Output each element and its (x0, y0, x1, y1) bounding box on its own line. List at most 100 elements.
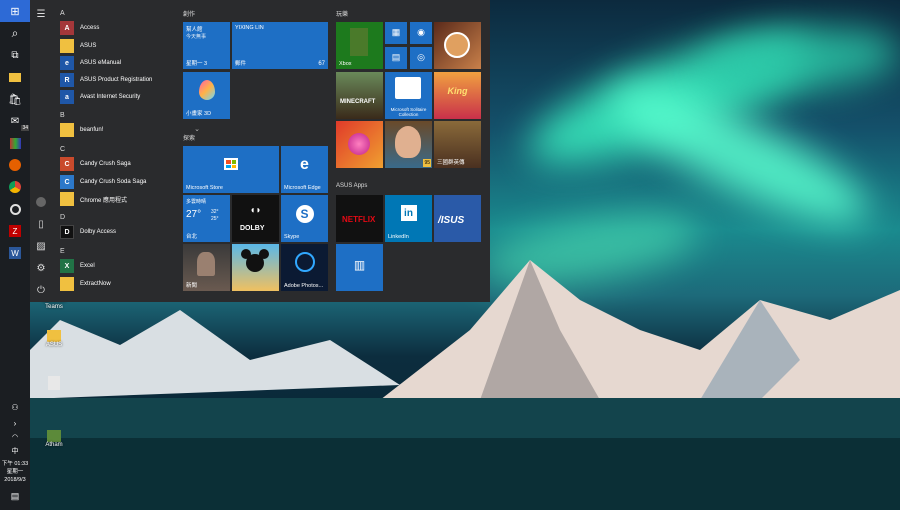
app-asus-registration[interactable]: R ASUS Product Registration (60, 72, 200, 88)
app-dolby-access[interactable]: D Dolby Access (60, 224, 200, 240)
app-list-letter-c[interactable]: C (60, 146, 65, 153)
desktop-icon-atham[interactable]: Atham (34, 430, 74, 448)
people-button[interactable]: ⚇ (0, 400, 30, 414)
candy-crush-tile[interactable] (336, 121, 383, 168)
linkedin-icon: in (385, 205, 432, 221)
news-tile[interactable]: 新聞 (183, 244, 230, 291)
linkedin-label: LinkedIn (388, 234, 409, 240)
paint3d-icon (183, 80, 230, 100)
app-label: ASUS Product Registration (80, 77, 153, 83)
app-label: Access (80, 25, 100, 31)
linkedin-tile[interactable]: in LinkedIn (385, 195, 432, 242)
app-candy-crush[interactable]: C Candy Crush Saga (60, 156, 200, 172)
calculator-tile[interactable]: ▤ (385, 47, 407, 69)
camera-tile[interactable]: ◎ (410, 47, 432, 69)
clock-day: 星期一 (6, 469, 24, 475)
netflix-tile[interactable]: NETFLIX (336, 195, 383, 242)
folder-icon (60, 39, 74, 53)
paint3d-tile[interactable]: 小畫家 3D (183, 72, 230, 119)
king-tile[interactable]: King (434, 72, 481, 119)
pictures-button[interactable]: ▨ (30, 236, 52, 256)
app-access[interactable]: A Access (60, 20, 200, 36)
app-extractnow-folder[interactable]: ExtractNow ⌄ (60, 276, 200, 292)
group-label-create[interactable]: 創作 (183, 9, 195, 18)
minecraft-tile[interactable]: MINECRAFT (336, 72, 383, 119)
mail-label: 郵件 (235, 61, 247, 67)
dolby-tile[interactable]: ◖◗ DOLBY (232, 195, 279, 242)
xbox-tile[interactable]: Xbox (336, 22, 383, 69)
ime-indicator[interactable]: 中 (0, 444, 30, 458)
mail-tile[interactable]: YIXING LIN 郵件 67 (232, 22, 328, 69)
app-label: beanfun! (80, 127, 104, 133)
clock[interactable]: 下午 01:33 星期一 2018/9/3 (0, 460, 30, 484)
asus-logo-label: /ISUS (438, 215, 465, 226)
task-view-button[interactable]: ⧉ (0, 44, 30, 66)
app-chrome-apps-folder[interactable]: Chrome 應用程式 ⌄ (60, 191, 200, 207)
store-button[interactable]: 🛍 (0, 88, 30, 110)
show-hidden-icons-button[interactable]: › (0, 416, 30, 430)
search-button[interactable]: ⌕ (0, 22, 30, 44)
group-label-play[interactable]: 玩樂 (336, 9, 348, 18)
weather-city: 台北 (186, 234, 198, 240)
network-button[interactable]: ◠ (0, 430, 30, 444)
weather-tile[interactable]: 多雲時晴 27° 32° 25° 台北 (183, 195, 230, 242)
app-list-letter-e[interactable]: E (60, 248, 65, 255)
clock-time: 下午 01:33 (1, 461, 29, 467)
app-list-letter-b[interactable]: B (60, 112, 65, 119)
desktop-icon-asus[interactable]: ASUS (34, 330, 74, 348)
firefox-button[interactable] (0, 154, 30, 176)
groove-tile[interactable]: ◉ (410, 22, 432, 44)
app-asus-emanual[interactable]: e ASUS eManual (60, 55, 200, 71)
group-label-asus-apps[interactable]: ASUS Apps (336, 183, 367, 189)
app-beanfun-folder[interactable]: beanfun! ⌄ (60, 122, 200, 138)
desktop-icon-file[interactable] (34, 376, 74, 390)
calendar-day: 星期一 3 (186, 61, 208, 67)
app-asus-folder[interactable]: ASUS ⌄ (60, 38, 200, 54)
expand-button[interactable]: ☰ (30, 4, 52, 24)
skype-label: Skype (284, 234, 300, 240)
user-button[interactable] (30, 192, 52, 212)
mail-icon: ✉ (10, 115, 20, 127)
disney-tile[interactable] (232, 244, 279, 291)
food-game-tile[interactable] (434, 22, 481, 69)
group-label-explore[interactable]: 探索 (183, 133, 195, 142)
chrome-icon (9, 181, 21, 193)
winrar-button[interactable] (0, 132, 30, 154)
calendar-tile[interactable]: 幫人館 今天無事 星期一 3 (183, 22, 230, 69)
app-candy-soda[interactable]: C Candy Crush Soda Saga (60, 174, 200, 190)
cards-icon (395, 77, 421, 99)
edge-tile[interactable]: e Microsoft Edge (281, 146, 328, 193)
app-list-letter-a[interactable]: A (60, 10, 65, 17)
opera-button[interactable] (0, 198, 30, 220)
desktop-icon-label: Atham (45, 442, 63, 448)
store-tile[interactable]: Microsoft Store (183, 146, 279, 193)
game-badge: 95 (423, 159, 431, 167)
file-explorer-button[interactable] (0, 66, 30, 88)
mail-button[interactable]: ✉ 34 (0, 110, 30, 132)
settings-button[interactable]: ⚙ (30, 258, 52, 278)
mail-badge: 34 (21, 125, 29, 131)
power-button[interactable]: ⏻ (30, 280, 52, 300)
asus-tile[interactable]: /ISUS (434, 195, 481, 242)
app-list-letter-d[interactable]: D (60, 214, 65, 221)
movies-tile[interactable]: ▦ (385, 22, 407, 44)
skype-tile[interactable]: S Skype (281, 195, 328, 242)
word-button[interactable]: W (0, 242, 30, 264)
filezilla-button[interactable]: Z (0, 220, 30, 242)
app-avast[interactable]: a Avast Internet Security (60, 89, 200, 105)
action-center-button[interactable]: ▤ (0, 488, 30, 504)
start-button[interactable]: ⊞ (0, 0, 30, 22)
fighting-game-tile[interactable]: 三國群英傳 (434, 121, 481, 168)
solitaire-label: Microsoft Solitaire Collection (390, 107, 427, 117)
solitaire-tile[interactable]: Microsoft Solitaire Collection (385, 72, 432, 119)
photoshop-tile[interactable]: Adobe Photos... (281, 244, 328, 291)
portrait-game-tile[interactable]: 95 (385, 121, 432, 168)
candy-icon (348, 133, 370, 155)
weather-low: 25° (211, 216, 219, 222)
asus-book-tile[interactable]: ▥ (336, 244, 383, 291)
documents-button[interactable]: ▯ (30, 214, 52, 234)
candy-crush-icon: C (60, 157, 74, 171)
app-excel[interactable]: X Excel (60, 258, 200, 274)
calendar-line1: 幫人館 (186, 27, 203, 33)
chrome-button[interactable] (0, 176, 30, 198)
